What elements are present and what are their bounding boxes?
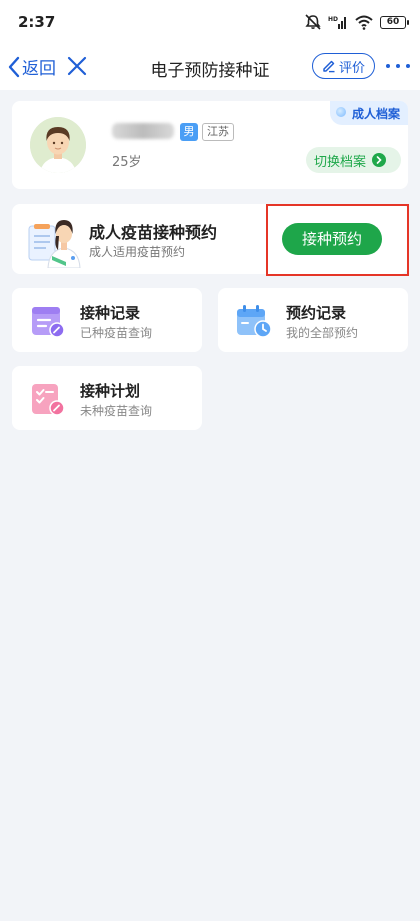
rate-button[interactable]: 评价	[312, 53, 375, 79]
more-dot-icon	[386, 64, 390, 68]
tile-title: 接种计划	[80, 382, 141, 400]
signal-icon: HD	[328, 16, 346, 29]
record-list-icon	[28, 302, 68, 340]
gender-badge: 男	[180, 123, 198, 141]
person-icon	[30, 117, 86, 173]
more-dot-icon	[396, 64, 400, 68]
vaccination-plan-tile[interactable]: 接种计划 未种疫苗查询	[12, 366, 202, 430]
mute-icon	[305, 14, 321, 30]
user-name-redacted	[112, 123, 174, 139]
tile-subtitle: 我的全部预约	[286, 326, 359, 340]
archive-tag: 成人档案	[329, 101, 408, 125]
battery-icon: 60	[380, 15, 409, 29]
region-badge: 江苏	[202, 123, 234, 141]
appointment-subtitle: 成人适用疫苗预约	[89, 245, 186, 259]
more-button[interactable]	[386, 56, 410, 76]
status-icons: HD 60	[304, 14, 409, 30]
nav-bar: 返回 电子预防接种证 评价	[0, 44, 420, 90]
close-icon	[67, 56, 87, 76]
edit-icon	[323, 60, 335, 73]
switch-archive-label: 切换档案	[314, 154, 367, 170]
wifi-icon	[355, 15, 373, 30]
avatar	[30, 117, 86, 173]
svg-text:HD: HD	[328, 16, 338, 23]
doctor-illustration-icon	[26, 212, 84, 269]
tile-title: 预约记录	[286, 304, 347, 322]
tile-title: 接种记录	[80, 304, 141, 322]
back-button[interactable]: 返回	[8, 54, 56, 79]
vaccination-appointment-button[interactable]: 接种预约	[282, 223, 382, 255]
chevron-right-icon	[372, 153, 387, 167]
switch-archive-button[interactable]: 切换档案	[306, 147, 401, 173]
tile-subtitle: 未种疫苗查询	[80, 404, 153, 418]
close-button[interactable]	[66, 55, 88, 81]
plan-checklist-icon	[28, 380, 68, 418]
tile-subtitle: 已种疫苗查询	[80, 326, 153, 340]
rate-label: 评价	[338, 60, 365, 76]
more-dot-icon	[406, 64, 410, 68]
appointment-title: 成人疫苗接种预约	[89, 223, 218, 242]
back-label: 返回	[22, 59, 56, 79]
appointment-records-tile[interactable]: 预约记录 我的全部预约	[218, 288, 408, 352]
calendar-clock-icon	[234, 302, 274, 340]
user-age: 25岁	[112, 155, 142, 170]
status-bar: 2:37 HD 60	[0, 0, 420, 44]
profile-card: 成人档案 男 江苏 25岁 切换档案	[12, 101, 408, 189]
status-time: 2:37	[18, 13, 56, 31]
adult-appointment-card: 成人疫苗接种预约 成人适用疫苗预约 接种预约	[12, 204, 409, 276]
chevron-left-icon	[8, 56, 20, 77]
vaccination-records-tile[interactable]: 接种记录 已种疫苗查询	[12, 288, 202, 352]
